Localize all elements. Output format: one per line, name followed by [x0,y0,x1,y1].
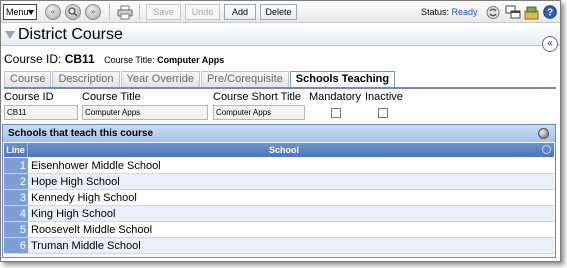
menu-label: Menu [6,7,29,17]
tab-pre-corequisite[interactable]: Pre/Corequisite [200,71,289,87]
schools-grid-body: 1 Eisenhower Middle School 2 Hope High S… [4,158,554,254]
inactive-checkbox[interactable] [378,108,388,118]
collapse-triangle-icon[interactable] [5,31,15,39]
line-number: 6 [4,238,28,254]
course-short-title-field[interactable]: Computer Apps [213,105,305,120]
line-number: 3 [4,190,28,206]
schools-grid-header: Line School [4,143,554,157]
course-id-value: CB11 [64,52,95,66]
schools-panel-header: Schools that teach this course [3,125,555,142]
school-name: Truman Middle School [31,240,141,252]
toolbar-divider [109,4,110,20]
menu-button[interactable]: Menu [3,4,37,20]
column-header-school[interactable]: School [29,143,539,157]
inactive-label: Inactive [365,91,403,103]
school-name: King High School [31,208,116,220]
tab-course[interactable]: Course [4,71,52,87]
course-title-label: Course Title: [104,55,155,65]
toolbar: Menu « » Save Undo Add Delete Status: Re… [1,1,560,23]
table-row[interactable]: 2 Hope High School [4,174,554,190]
school-name: Roosevelt Middle School [31,224,153,236]
schools-panel: Schools that teach this course Line Scho… [2,124,556,258]
tab-underline [4,87,556,89]
course-title-field[interactable]: Computer Apps [82,105,208,120]
undo-button[interactable]: Undo [185,4,220,20]
first-record-icon[interactable]: « [45,4,61,20]
school-name: Hope High School [31,176,120,188]
course-title-value: Computer Apps [157,55,225,65]
help-icon[interactable]: ? [543,5,557,20]
chevron-down-icon [28,10,34,15]
save-button[interactable]: Save [146,4,181,20]
collapse-panel-button[interactable]: « [542,36,558,52]
add-button[interactable]: Add [224,4,256,20]
status-label: Status: [421,7,450,17]
line-number: 4 [4,206,28,222]
column-header-line[interactable]: Line [4,143,28,157]
course-title-field-label: Course Title [82,91,141,103]
last-record-icon[interactable]: » [85,4,101,20]
title-bar: District Course [1,24,560,46]
table-row[interactable]: 5 Roosevelt Middle School [4,222,554,238]
status-value: Ready [451,7,478,17]
delete-button[interactable]: Delete [260,4,297,20]
school-name: Eisenhower Middle School [31,160,161,172]
line-number: 5 [4,222,28,238]
toolbar-divider [139,4,140,20]
tab-year-override[interactable]: Year Override [120,71,200,87]
line-number: 1 [4,158,28,174]
panel-options-icon[interactable] [538,128,549,139]
refresh-icon[interactable] [485,5,501,20]
course-title-summary: Course Title: Computer Apps [104,55,224,65]
course-id-field[interactable]: CB11 [4,105,78,120]
mandatory-checkbox[interactable] [331,108,341,118]
table-row[interactable]: 3 Kennedy High School [4,190,554,206]
tab-bar: Course Description Year Override Pre/Cor… [4,71,396,87]
school-name: Kennedy High School [31,192,137,204]
table-row[interactable]: 1 Eisenhower Middle School [4,158,554,174]
tab-description[interactable]: Description [52,71,120,87]
sort-icon[interactable] [542,145,551,154]
page-title: District Course [18,26,123,43]
schools-panel-title: Schools that teach this course [8,128,154,139]
course-id-label: Course ID: [4,52,62,66]
search-icon[interactable] [65,4,81,20]
print-icon[interactable] [117,5,133,20]
district-course-window: Menu « » Save Undo Add Delete Status: Re… [0,0,561,262]
table-row[interactable]: 4 King High School [4,206,554,222]
svg-text:?: ? [547,8,553,19]
windows-icon[interactable] [505,5,521,20]
mandatory-label: Mandatory [309,91,361,103]
line-number: 2 [4,174,28,190]
tab-schools-teaching[interactable]: Schools Teaching [289,71,396,87]
course-short-title-field-label: Course Short Title [213,91,302,103]
table-row[interactable]: 6 Truman Middle School [4,238,554,254]
course-summary: Course ID: CB11 Course Title: Computer A… [4,52,224,66]
tools-icon[interactable] [524,5,540,20]
course-id-field-label: Course ID [4,91,54,103]
status-indicator: Status: Ready [421,7,478,17]
